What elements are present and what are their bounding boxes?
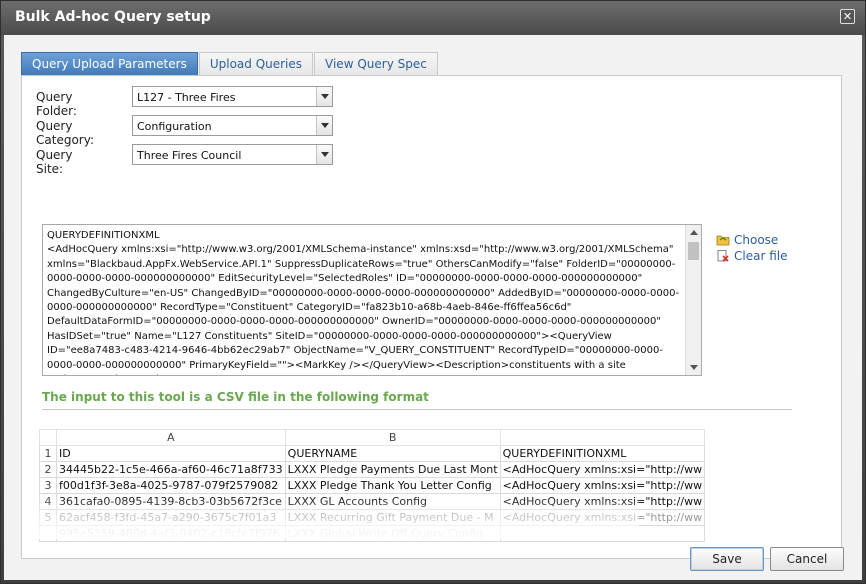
- table-row: 2 34445b22-1c5e-466a-af60-46c71a8f733 LX…: [39, 461, 706, 478]
- corner-cell: [39, 429, 57, 446]
- query-site-select[interactable]: Three Fires Council: [132, 144, 333, 165]
- tab-panel: Query Folder: L127 - Three Fires Query C…: [21, 75, 842, 559]
- table-cell: LXXX Recurring Gift Payment Due - M: [284, 509, 501, 526]
- table-cell: [499, 525, 706, 542]
- column-letter: [499, 429, 706, 446]
- table-cell: LXXX Global Write Off Query Config: [284, 525, 501, 542]
- bulk-query-dialog: Bulk Ad-hoc Query setup ✕ Query Upload P…: [0, 0, 866, 584]
- table-cell: LXXX Pledge Thank You Letter Config: [284, 477, 501, 494]
- table-cell: LXXX Pledge Payments Due Last Mont: [284, 461, 501, 478]
- table-cell: <AdHocQuery xmlns:xsi="http://ww: [499, 493, 706, 510]
- tab-view-query-spec[interactable]: View Query Spec: [314, 52, 438, 76]
- dialog-body: Query Upload Parameters Upload Queries V…: [4, 35, 862, 580]
- tab-upload-queries[interactable]: Upload Queries: [198, 52, 314, 76]
- csv-example-sheet: A B 1 ID QUERYNAME QUERYDEFINITIONXML 2 …: [39, 429, 706, 542]
- row-number: 3: [39, 477, 57, 494]
- query-category-value: Configuration: [137, 120, 212, 133]
- column-letter: B: [284, 429, 501, 446]
- choose-label: Choose: [734, 233, 779, 247]
- dialog-titlebar: Bulk Ad-hoc Query setup ✕: [1, 1, 865, 35]
- table-cell: 34445b22-1c5e-466a-af60-46c71a8f733: [56, 461, 286, 478]
- row-number: 2: [39, 461, 57, 478]
- scroll-up-icon[interactable]: [686, 225, 701, 240]
- table-cell: 361cafa0-0895-4139-8cb3-03b5672f3ce: [56, 493, 286, 510]
- row-number: 1: [39, 445, 57, 462]
- choose-file-link[interactable]: Choose: [716, 232, 787, 248]
- query-category-label: Query Category:: [36, 119, 94, 147]
- query-xml-textarea[interactable]: QUERYDEFINITIONXML <AdHocQuery xmlns:xsi…: [42, 224, 702, 376]
- table-cell: 62acf458-f3fd-45a7-a290-3675c7f01a3: [56, 509, 286, 526]
- chevron-down-icon[interactable]: [316, 116, 332, 135]
- folder-icon: [716, 235, 730, 246]
- chevron-down-icon[interactable]: [316, 145, 332, 164]
- dialog-title: Bulk Ad-hoc Query setup: [15, 9, 211, 25]
- scrollbar-thumb[interactable]: [688, 242, 699, 260]
- table-row: 1 ID QUERYNAME QUERYDEFINITIONXML: [39, 445, 706, 462]
- row-number: 4: [39, 493, 57, 510]
- query-xml-content: QUERYDEFINITIONXML <AdHocQuery xmlns:xsi…: [47, 230, 680, 375]
- clear-label: Clear file: [734, 249, 788, 263]
- table-cell: f00d1f3f-3e8a-4025-9787-079f2579082: [56, 477, 286, 494]
- table-cell: LXXX GL Accounts Config: [284, 493, 501, 510]
- table-cell: <AdHocQuery xmlns:xsi="http://ww: [499, 477, 706, 494]
- divider: [42, 409, 792, 410]
- table-row: 4 361cafa0-0895-4139-8cb3-03b5672f3ce LX…: [39, 493, 706, 510]
- chevron-down-icon[interactable]: [316, 87, 332, 106]
- table-cell: 995e5359-480d-4af3-9402-c18cfe7f976: [56, 525, 286, 542]
- clear-file-icon: [717, 250, 729, 262]
- xml-scrollbar[interactable]: [685, 225, 701, 375]
- query-folder-select[interactable]: L127 - Three Fires: [132, 86, 333, 107]
- row-number: [39, 525, 57, 542]
- clear-file-link[interactable]: Clear file: [716, 248, 787, 264]
- row-number: 5: [39, 509, 57, 526]
- query-site-value: Three Fires Council: [137, 149, 242, 162]
- table-row: 3 f00d1f3f-3e8a-4025-9787-079f2579082 LX…: [39, 477, 706, 494]
- column-header-row: A B: [39, 429, 706, 446]
- table-cell: QUERYNAME: [284, 445, 501, 462]
- query-folder-value: L127 - Three Fires: [137, 91, 236, 104]
- tab-query-upload-parameters[interactable]: Query Upload Parameters: [21, 52, 198, 76]
- tab-bar: Query Upload Parameters Upload Queries V…: [21, 52, 439, 76]
- table-cell: <AdHocQuery xmlns:xsi="http://ww: [499, 461, 706, 478]
- query-category-select[interactable]: Configuration: [132, 115, 333, 136]
- table-row: 995e5359-480d-4af3-9402-c18cfe7f976 LXXX…: [39, 525, 706, 542]
- query-site-label: Query Site:: [36, 148, 73, 176]
- cancel-button[interactable]: Cancel: [770, 547, 844, 571]
- column-letter: A: [56, 429, 286, 446]
- table-row: 5 62acf458-f3fd-45a7-a290-3675c7f01a3 LX…: [39, 509, 706, 526]
- table-cell: QUERYDEFINITIONXML: [499, 445, 706, 462]
- close-icon[interactable]: ✕: [840, 9, 855, 24]
- query-folder-label: Query Folder:: [36, 90, 77, 118]
- scroll-down-icon[interactable]: [686, 360, 701, 375]
- file-actions: Choose Clear file: [716, 232, 787, 264]
- table-cell: ID: [56, 445, 286, 462]
- save-button[interactable]: Save: [690, 547, 764, 571]
- csv-format-heading: The input to this tool is a CSV file in …: [42, 390, 429, 404]
- table-cell: <AdHocQuery xmlns:xsi="http://ww: [499, 509, 706, 526]
